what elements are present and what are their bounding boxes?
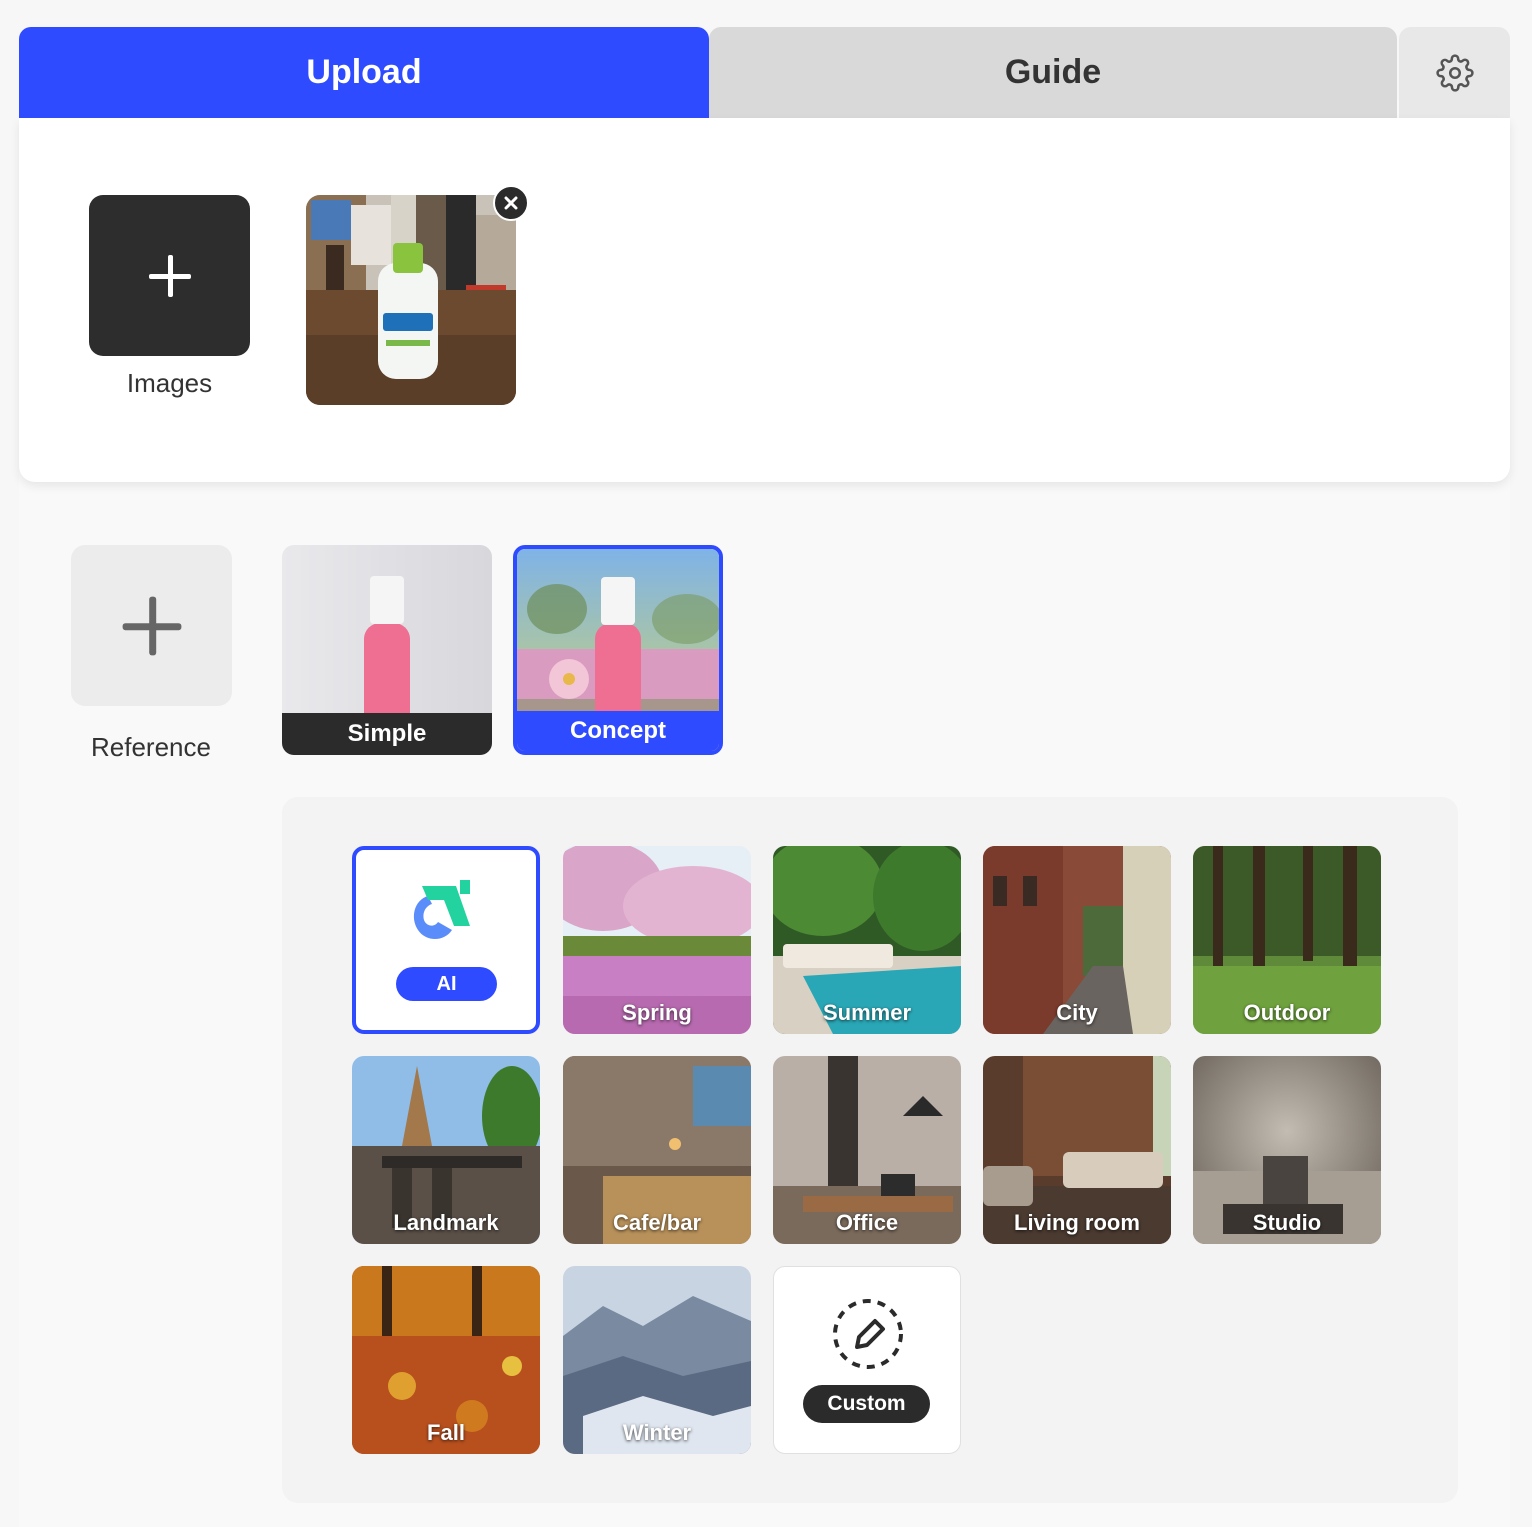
scene-summer[interactable]: Summer <box>773 846 961 1034</box>
scene-studio-label: Studio <box>1252 1210 1322 1235</box>
mode-concept-label: Concept <box>517 711 719 751</box>
scene-city-label: City <box>1056 1000 1098 1025</box>
scene-spring-label: Spring <box>622 1000 692 1025</box>
scene-studio[interactable]: Studio <box>1193 1056 1381 1244</box>
edit-pencil-icon <box>833 1299 903 1369</box>
scene-selector-panel: AI Spring Summer City Outdoor Landmark C… <box>282 797 1458 1503</box>
mode-simple-label: Simple <box>282 713 492 755</box>
scene-ai[interactable]: AI <box>352 846 540 1034</box>
scene-landmark-label: Landmark <box>393 1210 499 1235</box>
scene-city[interactable]: City <box>983 846 1171 1034</box>
scene-custom-label: Custom <box>803 1385 930 1423</box>
scene-ai-label: AI <box>396 967 497 1001</box>
mode-concept-option[interactable]: Concept <box>513 545 723 755</box>
add-images-button[interactable] <box>89 195 250 356</box>
mode-simple-option[interactable]: Simple <box>282 545 492 755</box>
scene-summer-label: Summer <box>822 1000 912 1025</box>
settings-button[interactable] <box>1399 27 1510 118</box>
plus-icon <box>122 596 181 655</box>
scene-winter[interactable]: Winter <box>563 1266 751 1454</box>
uploaded-image-thumbnail[interactable] <box>306 195 516 405</box>
close-icon <box>504 196 518 210</box>
scene-cafe-bar-label: Cafe/bar <box>612 1210 702 1235</box>
scene-outdoor-label: Outdoor <box>1243 1000 1331 1025</box>
scene-spring[interactable]: Spring <box>563 846 751 1034</box>
scene-landmark[interactable]: Landmark <box>352 1056 540 1244</box>
scene-fall[interactable]: Fall <box>352 1266 540 1454</box>
reference-label: Reference <box>91 732 211 762</box>
upload-card: Images <box>19 118 1510 482</box>
scene-office[interactable]: Office <box>773 1056 961 1244</box>
scene-outdoor[interactable]: Outdoor <box>1193 846 1381 1034</box>
tab-bar: Upload Guide <box>19 27 1510 118</box>
scene-living-room[interactable]: Living room <box>983 1056 1171 1244</box>
images-label: Images <box>126 368 213 398</box>
scene-office-label: Office <box>835 1210 899 1235</box>
tab-upload[interactable]: Upload <box>19 27 709 118</box>
scene-winter-label: Winter <box>622 1420 692 1445</box>
scene-living-room-label: Living room <box>1014 1210 1140 1235</box>
ai-logo-icon <box>413 880 470 939</box>
scene-custom[interactable]: Custom <box>773 1266 961 1454</box>
plus-icon <box>148 254 191 297</box>
scene-cafe-bar[interactable]: Cafe/bar <box>563 1056 751 1244</box>
remove-image-button[interactable] <box>493 185 529 221</box>
tab-guide[interactable]: Guide <box>709 27 1397 118</box>
gear-icon <box>1435 53 1474 92</box>
scene-fall-label: Fall <box>427 1420 465 1445</box>
add-reference-button[interactable] <box>71 545 232 706</box>
